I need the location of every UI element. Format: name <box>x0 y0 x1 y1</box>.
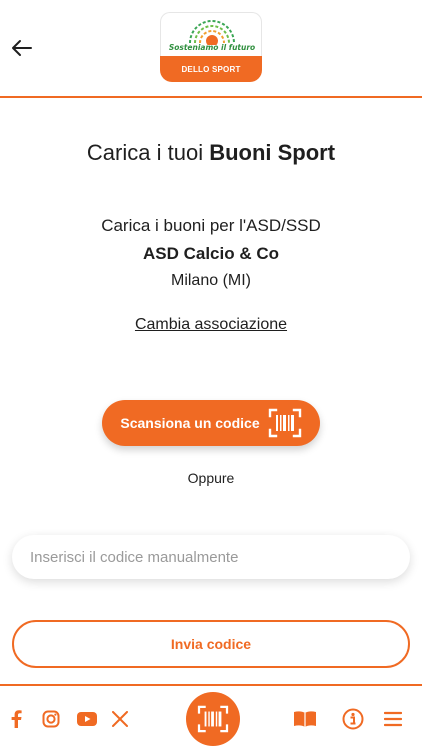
menu-icon <box>384 711 402 727</box>
logo-subtitle: DELLO SPORT <box>181 64 241 74</box>
facebook-icon <box>11 710 22 728</box>
info-icon <box>342 708 364 730</box>
app-header: Sosteniamo il futuro DELLO SPORT <box>0 0 422 98</box>
page-title-bold: Buoni Sport <box>209 140 336 165</box>
logo: Sosteniamo il futuro DELLO SPORT <box>160 12 262 82</box>
arrow-left-icon <box>12 40 32 56</box>
or-separator: Oppure <box>187 470 235 486</box>
book-button[interactable] <box>292 708 318 730</box>
youtube-icon <box>77 712 97 726</box>
change-association-link[interactable]: Cambia associazione <box>0 316 422 334</box>
send-code-button[interactable]: Invia codice <box>12 620 410 668</box>
x-button[interactable] <box>111 708 129 730</box>
manual-code-input[interactable] <box>12 535 410 579</box>
back-button[interactable] <box>8 34 36 62</box>
book-icon <box>294 711 316 727</box>
facebook-button[interactable] <box>8 708 24 730</box>
instagram-button[interactable] <box>40 708 62 730</box>
footer-bar <box>0 684 422 750</box>
barcode-scan-icon <box>197 705 229 733</box>
x-icon <box>112 711 128 727</box>
footer-scan-button[interactable] <box>186 692 240 746</box>
scan-code-label: Scansiona un codice <box>120 415 260 431</box>
instagram-icon <box>42 710 60 728</box>
logo-tagline: Sosteniamo il futuro <box>168 43 256 52</box>
logo-emblem: Sosteniamo il futuro <box>160 12 262 58</box>
send-code-label: Invia codice <box>170 636 252 652</box>
association-name: ASD Calcio & Co <box>142 244 280 263</box>
logo-banner: DELLO SPORT <box>160 56 262 82</box>
association-location: Milano (MI) <box>170 272 251 289</box>
page-title: Carica i tuoi Buoni Sport <box>0 140 422 166</box>
barcode-scan-icon <box>268 408 301 438</box>
info-text: Carica i buoni per l'ASD/SSD <box>101 216 321 235</box>
menu-button[interactable] <box>382 708 404 730</box>
youtube-button[interactable] <box>76 708 98 730</box>
page-title-prefix: Carica i tuoi <box>86 140 210 165</box>
scan-code-button[interactable]: Scansiona un codice <box>102 400 320 446</box>
sun-rainbow-icon <box>189 20 235 45</box>
info-button[interactable] <box>340 708 366 730</box>
